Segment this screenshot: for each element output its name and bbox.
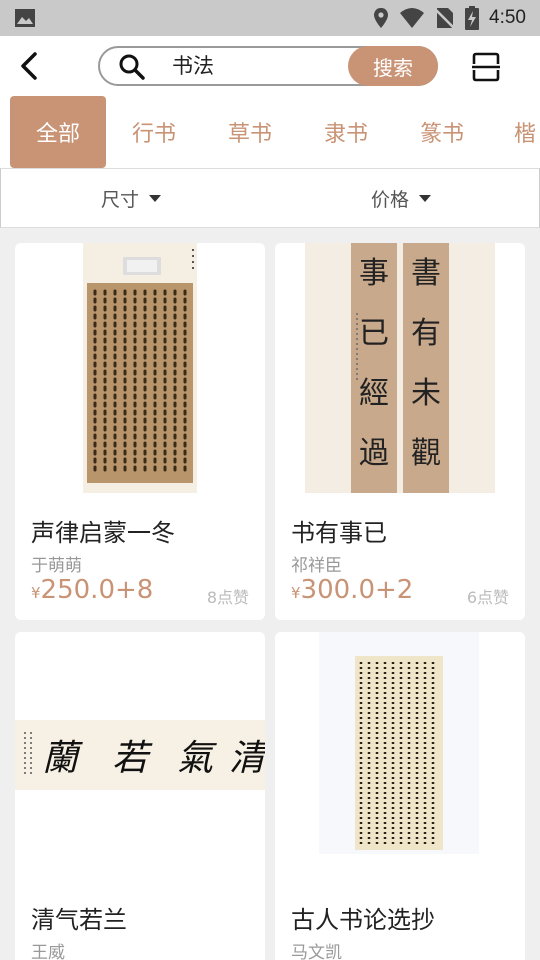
price-filter[interactable]: 价格	[371, 169, 432, 227]
search-input[interactable]: 书法	[172, 53, 214, 79]
svg-text:未: 未	[411, 376, 441, 411]
card-likes: 8点赞	[206, 588, 249, 607]
size-filter-label: 尺寸	[101, 188, 140, 211]
svg-text:書: 書	[411, 256, 441, 291]
clock: 4:50	[489, 7, 526, 28]
card-price: ¥250.0+8	[31, 575, 154, 605]
size-filter[interactable]: 尺寸	[101, 169, 162, 227]
caret-down-icon	[419, 194, 432, 202]
svg-text:有: 有	[411, 316, 441, 351]
tab-xingshu[interactable]: 行书	[106, 96, 202, 168]
filter-bar: 尺寸 价格	[0, 168, 540, 228]
layout-toggle-icon	[472, 52, 500, 82]
card-title: 古人书论选抄	[291, 906, 435, 934]
location-icon	[374, 8, 389, 28]
card-title: 清气若兰	[31, 906, 127, 934]
header: 书法 搜索	[0, 36, 540, 96]
product-card[interactable]: 声律启蒙一冬 于萌萌 ¥250.0+8 8点赞	[15, 243, 265, 620]
product-card[interactable]: 事 已 經 過 書 有 未 觀 书有事已 祁祥臣 ¥300.0+2 6点赞	[275, 243, 525, 620]
card-author: 于萌萌	[31, 556, 82, 576]
card-likes: 6点赞	[466, 588, 509, 607]
search-icon	[119, 54, 145, 80]
price-filter-label: 价格	[371, 188, 410, 211]
card-price: ¥300.0+2	[291, 575, 414, 605]
back-button[interactable]	[12, 48, 46, 84]
tab-caoshu[interactable]: 草书	[202, 96, 298, 168]
product-card[interactable]: 蘭 若 氣 清 清气若兰 王威	[15, 632, 265, 960]
tab-zhuanshu[interactable]: 篆书	[394, 96, 490, 168]
status-bar: 4:50	[0, 0, 540, 36]
card-author: 王威	[31, 943, 65, 960]
artwork-image	[15, 243, 265, 493]
layout-toggle-button[interactable]	[466, 50, 506, 84]
no-sim-icon	[435, 8, 456, 29]
gallery-notification-icon	[15, 9, 35, 27]
artwork-image: 蘭 若 氣 清	[15, 632, 265, 882]
svg-text:氣: 氣	[177, 738, 217, 779]
card-title: 声律启蒙一冬	[31, 519, 175, 547]
battery-charging-icon	[465, 6, 480, 30]
caret-down-icon	[149, 194, 162, 202]
svg-text:經: 經	[359, 376, 389, 411]
wifi-icon	[400, 8, 425, 28]
tab-all[interactable]: 全部	[10, 96, 106, 168]
svg-text:已: 已	[359, 316, 389, 351]
svg-text:過: 過	[359, 436, 389, 471]
search-bar[interactable]: 书法 搜索	[98, 46, 438, 86]
search-button[interactable]: 搜索	[348, 46, 438, 86]
tab-kaishu[interactable]: 楷	[510, 96, 540, 168]
card-title: 书有事已	[291, 519, 387, 547]
svg-text:事: 事	[359, 256, 389, 291]
svg-text:觀: 觀	[411, 436, 441, 471]
product-card[interactable]: 古人书论选抄 马文凯	[275, 632, 525, 960]
svg-text:清: 清	[229, 738, 265, 779]
artwork-image: 事 已 經 過 書 有 未 觀	[275, 243, 525, 493]
artwork-image	[275, 632, 525, 882]
tab-lishu[interactable]: 隶书	[298, 96, 394, 168]
svg-text:若: 若	[112, 738, 153, 779]
card-author: 祁祥臣	[291, 556, 342, 576]
category-tabs: 全部 行书 草书 隶书 篆书 楷	[0, 96, 540, 168]
card-author: 马文凯	[291, 943, 342, 960]
back-arrow-icon	[21, 52, 37, 80]
svg-text:蘭: 蘭	[42, 738, 83, 779]
